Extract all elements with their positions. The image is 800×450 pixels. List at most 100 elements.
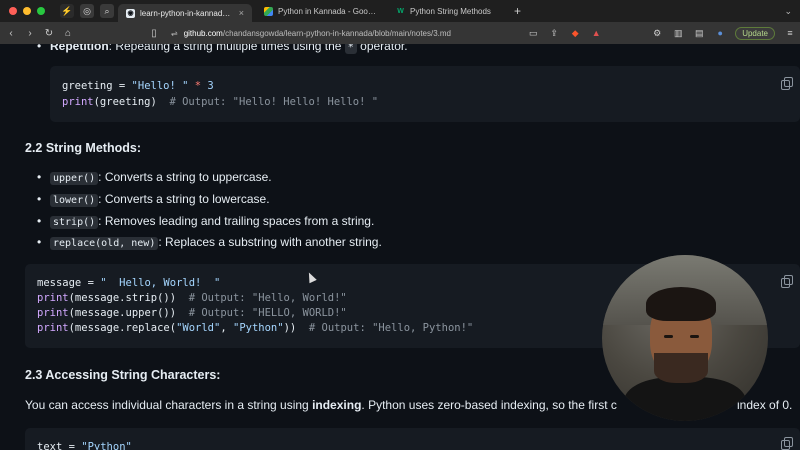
code-function: print: [37, 322, 69, 334]
sidebar-icon[interactable]: ▥: [672, 28, 684, 39]
extensions-icon[interactable]: ⚙: [651, 28, 663, 39]
close-window-icon[interactable]: [9, 7, 17, 15]
code-comment: # Output: "Hello! Hello! Hello! ": [169, 96, 379, 108]
github-icon: ◉: [126, 8, 135, 18]
section-heading-accessing-characters: 2.3 Accessing String Characters:: [25, 368, 221, 382]
tab-bar: ⚡ ◎ ⌕ ◉ learn-python-in-kannada/no × Pyt…: [0, 0, 800, 22]
tab-drive[interactable]: Python in Kannada - Google Drive: [256, 2, 384, 20]
code-comment: # Output: "HELLO, WORLD!": [188, 307, 347, 319]
presenter-hair: [646, 287, 716, 321]
code-string: "Hello! ": [131, 80, 189, 92]
update-button[interactable]: Update: [735, 26, 775, 40]
method-code: replace(old, new): [50, 237, 159, 250]
paragraph-text: . Python uses zero-based indexing, so th…: [361, 398, 617, 412]
reload-icon[interactable]: ↻: [41, 28, 57, 39]
bookmark-icon[interactable]: ▯: [146, 28, 162, 39]
code-line: print(message.replace("World", "Python")…: [37, 322, 473, 334]
tab-title: learn-python-in-kannada/no: [140, 8, 232, 18]
profile-icon[interactable]: ●: [714, 28, 726, 38]
code-string: "Python": [81, 441, 132, 450]
cast-icon[interactable]: ▭: [527, 28, 539, 39]
method-desc: : Removes leading and trailing spaces fr…: [98, 214, 375, 228]
code-token: greeting =: [62, 80, 132, 92]
code-token: (message.strip()): [68, 292, 189, 304]
brave-shield-icon[interactable]: ◆: [569, 28, 581, 39]
code-line: print(message.strip()) # Output: "Hello,…: [37, 292, 347, 304]
w3schools-icon: W: [397, 7, 404, 15]
code-function: print: [37, 307, 69, 319]
pinned-tab-1[interactable]: ⚡: [60, 4, 74, 18]
menu-icon[interactable]: ≡: [784, 28, 796, 38]
code-string: " Hello, World! ": [100, 277, 221, 289]
code-token: )): [283, 322, 309, 334]
copy-icon[interactable]: [781, 437, 793, 450]
tab-w3schools[interactable]: W Python String Methods: [388, 2, 504, 20]
url-host: github.com: [183, 28, 223, 38]
toolbar-actions: ▭ ⇪ ◆ ▲ ⚙ ▥ ▤ ● Update ≡: [527, 25, 800, 41]
method-code: strip(): [50, 216, 99, 229]
url-path: /chandansgowda/learn-python-in-kannada/b…: [222, 28, 451, 38]
method-code: upper(): [50, 172, 99, 185]
pinned-tab-3[interactable]: ⌕: [100, 4, 114, 18]
copy-icon[interactable]: [781, 77, 793, 90]
repetition-bullet: Repetition: Repeating a string multiple …: [37, 44, 408, 54]
code-string: "World": [176, 322, 221, 334]
browser-toolbar: ‹ › ↻ ⌂ ▯ ⇌ github.com/chandansgowda/lea…: [0, 22, 800, 44]
wallet-icon[interactable]: ▤: [693, 28, 705, 39]
webcam-overlay: [602, 255, 768, 421]
presenter-beard: [654, 353, 708, 383]
minimize-window-icon[interactable]: [23, 7, 31, 15]
presenter-eye: [664, 335, 673, 338]
code-line: message = " Hello, World! ": [37, 277, 220, 289]
method-code: lower(): [50, 194, 99, 207]
list-item: upper(): Converts a string to uppercase.: [37, 170, 272, 185]
tab-title: Python String Methods: [410, 6, 491, 16]
paragraph-text: You can access individual characters in …: [25, 398, 313, 412]
code-string: "Python": [233, 322, 284, 334]
code-line: print(message.upper()) # Output: "HELLO,…: [37, 307, 347, 319]
list-item: replace(old, new): Replaces a substring …: [37, 235, 382, 250]
close-tab-icon[interactable]: ×: [239, 8, 244, 18]
code-token: text =: [37, 441, 82, 450]
list-item: lower(): Converts a string to lowercase.: [37, 192, 270, 207]
tab-github[interactable]: ◉ learn-python-in-kannada/no ×: [118, 4, 252, 22]
code-line: print(greeting) # Output: "Hello! Hello!…: [62, 96, 378, 108]
presenter-eye: [690, 335, 699, 338]
code-block-repetition: greeting = "Hello! " * 3 print(greeting)…: [50, 66, 800, 122]
copy-icon[interactable]: [781, 275, 793, 288]
tab-title: Python in Kannada - Google Drive: [278, 6, 376, 16]
repetition-end: operator.: [356, 44, 408, 53]
tab-list-chevron-icon[interactable]: ⌄: [784, 6, 792, 17]
repetition-text: : Repeating a string multiple times usin…: [108, 44, 345, 53]
code-token: (message.replace(: [68, 322, 177, 334]
code-token: message =: [37, 277, 101, 289]
google-drive-icon: [264, 6, 273, 16]
code-comment: # Output: "Hello, Python!": [308, 322, 474, 334]
window-controls: [0, 7, 54, 15]
new-tab-button[interactable]: +: [514, 4, 521, 18]
presenter-body: [624, 377, 746, 421]
brave-rewards-icon[interactable]: ▲: [590, 28, 602, 38]
code-token: (message.upper()): [68, 307, 189, 319]
back-icon[interactable]: ‹: [3, 28, 19, 39]
code-line: text = "Python": [37, 441, 132, 450]
maximize-window-icon[interactable]: [37, 7, 45, 15]
code-number: 3: [207, 80, 214, 92]
method-desc: : Converts a string to uppercase.: [98, 170, 272, 184]
code-function: print: [37, 292, 69, 304]
repetition-operator: *: [344, 44, 357, 54]
paragraph-bold: indexing: [312, 398, 362, 412]
pinned-tab-2[interactable]: ◎: [80, 4, 94, 18]
indexing-paragraph: You can access individual characters in …: [25, 398, 617, 412]
repetition-title: Repetition: [50, 44, 109, 53]
method-desc: : Replaces a substring with another stri…: [158, 235, 382, 249]
section-heading-string-methods: 2.2 String Methods:: [25, 141, 141, 155]
search-icon: ⌕: [104, 5, 110, 16]
method-desc: : Converts a string to lowercase.: [98, 192, 270, 206]
share-icon[interactable]: ⇪: [548, 28, 560, 39]
forward-icon[interactable]: ›: [22, 28, 38, 39]
code-line: greeting = "Hello! " * 3: [62, 80, 214, 92]
site-info-icon[interactable]: ⇌: [171, 29, 178, 38]
home-icon[interactable]: ⌂: [60, 28, 76, 39]
code-function: print: [62, 96, 94, 108]
